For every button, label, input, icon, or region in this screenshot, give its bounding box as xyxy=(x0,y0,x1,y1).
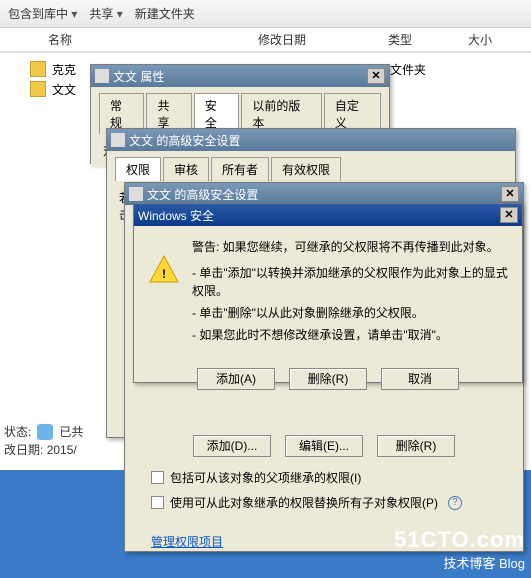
share-menu[interactable]: 共享 xyxy=(89,5,122,22)
remove-button[interactable]: 删除(R) xyxy=(289,368,367,390)
titlebar[interactable]: 文文 属性 ✕ xyxy=(91,65,389,87)
checkbox-label: 包括可从该对象的父项继承的权限(I) xyxy=(170,469,361,486)
status-bar: 状态: 已共 xyxy=(4,423,83,440)
new-folder[interactable]: 新建文件夹 xyxy=(135,5,195,22)
cancel-button[interactable]: 取消 xyxy=(381,368,459,390)
folder-icon xyxy=(30,61,46,77)
checkbox-replace[interactable] xyxy=(151,496,164,509)
warning-text: 警告: 如果您继续，可继承的父权限将不再传播到此对象。 xyxy=(192,238,508,256)
mdate-label: 改日期: xyxy=(4,443,43,457)
watermark: 51CTO.com 技术博客 Blog xyxy=(394,527,525,572)
status-label: 状态: xyxy=(4,423,31,440)
dialog-title: 文文 属性 xyxy=(113,68,367,85)
include-in-library[interactable]: 包含到库中 xyxy=(8,5,77,22)
add-button[interactable]: 添加(D)... xyxy=(193,435,271,457)
folder-icon xyxy=(30,81,46,97)
modified-date-row: 改日期: 2015/ xyxy=(4,441,77,458)
windows-security-dialog: Windows 安全 ✕ ! 警告: 如果您继续，可继承的父权限将不再传播到此对… xyxy=(133,203,523,383)
edit-button[interactable]: 编辑(E)... xyxy=(285,435,363,457)
tab-audit[interactable]: 审核 xyxy=(163,157,209,181)
dialog-icon xyxy=(111,133,125,147)
remove-button[interactable]: 删除(R) xyxy=(377,435,455,457)
dialog-title: 文文 的高级安全设置 xyxy=(147,186,501,203)
bullet-cancel: - 如果您此时不想修改继承设置，请单击"取消"。 xyxy=(192,326,508,344)
titlebar[interactable]: 文文 的高级安全设置 ✕ xyxy=(125,183,523,205)
file-type: 文件夹 xyxy=(390,61,470,78)
button-row: 添加(D)... 编辑(E)... 删除(R) xyxy=(137,435,511,457)
bullet-remove: - 单击"删除"以从此对象删除继承的父权限。 xyxy=(192,304,508,322)
help-icon[interactable]: ? xyxy=(448,496,462,510)
tab-permissions[interactable]: 权限 xyxy=(115,157,161,181)
explorer-toolbar: 包含到库中 共享 新建文件夹 xyxy=(0,0,531,28)
checkbox-inherit[interactable] xyxy=(151,471,164,484)
tab-bar: 常规 共享 安全 以前的版本 自定义 xyxy=(91,87,389,134)
tab-bar: 权限 审核 所有者 有效权限 xyxy=(107,151,515,181)
titlebar[interactable]: Windows 安全 ✕ xyxy=(134,204,522,226)
checkbox-row[interactable]: 包括可从该对象的父项继承的权限(I) xyxy=(151,469,511,486)
mdate-value: 2015/ xyxy=(47,443,77,457)
bullet-add: - 单击"添加"以转换并添加继承的父权限作为此对象上的显式权限。 xyxy=(192,264,508,300)
dialog-title: Windows 安全 xyxy=(138,207,500,224)
close-icon[interactable]: ✕ xyxy=(500,207,518,223)
status-icon xyxy=(37,424,53,440)
tab-owner[interactable]: 所有者 xyxy=(211,157,269,181)
dialog-title: 文文 的高级安全设置 xyxy=(129,132,511,149)
close-icon[interactable]: ✕ xyxy=(501,186,519,202)
header-date[interactable]: 修改日期 xyxy=(250,31,380,48)
titlebar[interactable]: 文文 的高级安全设置 xyxy=(107,129,515,151)
column-headers: 名称 修改日期 类型 大小 xyxy=(0,28,531,52)
tab-effective[interactable]: 有效权限 xyxy=(271,157,341,181)
manage-permissions-link[interactable]: 管理权限项目 xyxy=(151,533,223,550)
watermark-logo: 51CTO.com xyxy=(394,527,525,553)
watermark-sub: 技术博客 Blog xyxy=(394,553,525,572)
dialog-body: ! 警告: 如果您继续，可继承的父权限将不再传播到此对象。 - 单击"添加"以转… xyxy=(134,226,522,360)
header-name[interactable]: 名称 xyxy=(40,31,250,48)
checkbox-label: 使用可从此对象继承的权限替换所有子对象权限(P) xyxy=(170,494,438,511)
dialog-icon xyxy=(129,187,143,201)
svg-text:!: ! xyxy=(162,267,166,281)
status-value: 已共 xyxy=(59,423,83,440)
dialog-icon xyxy=(95,69,109,83)
close-icon[interactable]: ✕ xyxy=(367,68,385,84)
warning-icon: ! xyxy=(148,254,180,286)
message-text: 警告: 如果您继续，可继承的父权限将不再传播到此对象。 - 单击"添加"以转换并… xyxy=(192,238,508,348)
header-type[interactable]: 类型 xyxy=(380,31,460,48)
header-size[interactable]: 大小 xyxy=(460,31,500,48)
button-row: 添加(A) 删除(R) 取消 xyxy=(134,360,522,400)
checkbox-row[interactable]: 使用可从此对象继承的权限替换所有子对象权限(P) ? xyxy=(151,494,511,511)
add-button[interactable]: 添加(A) xyxy=(197,368,275,390)
